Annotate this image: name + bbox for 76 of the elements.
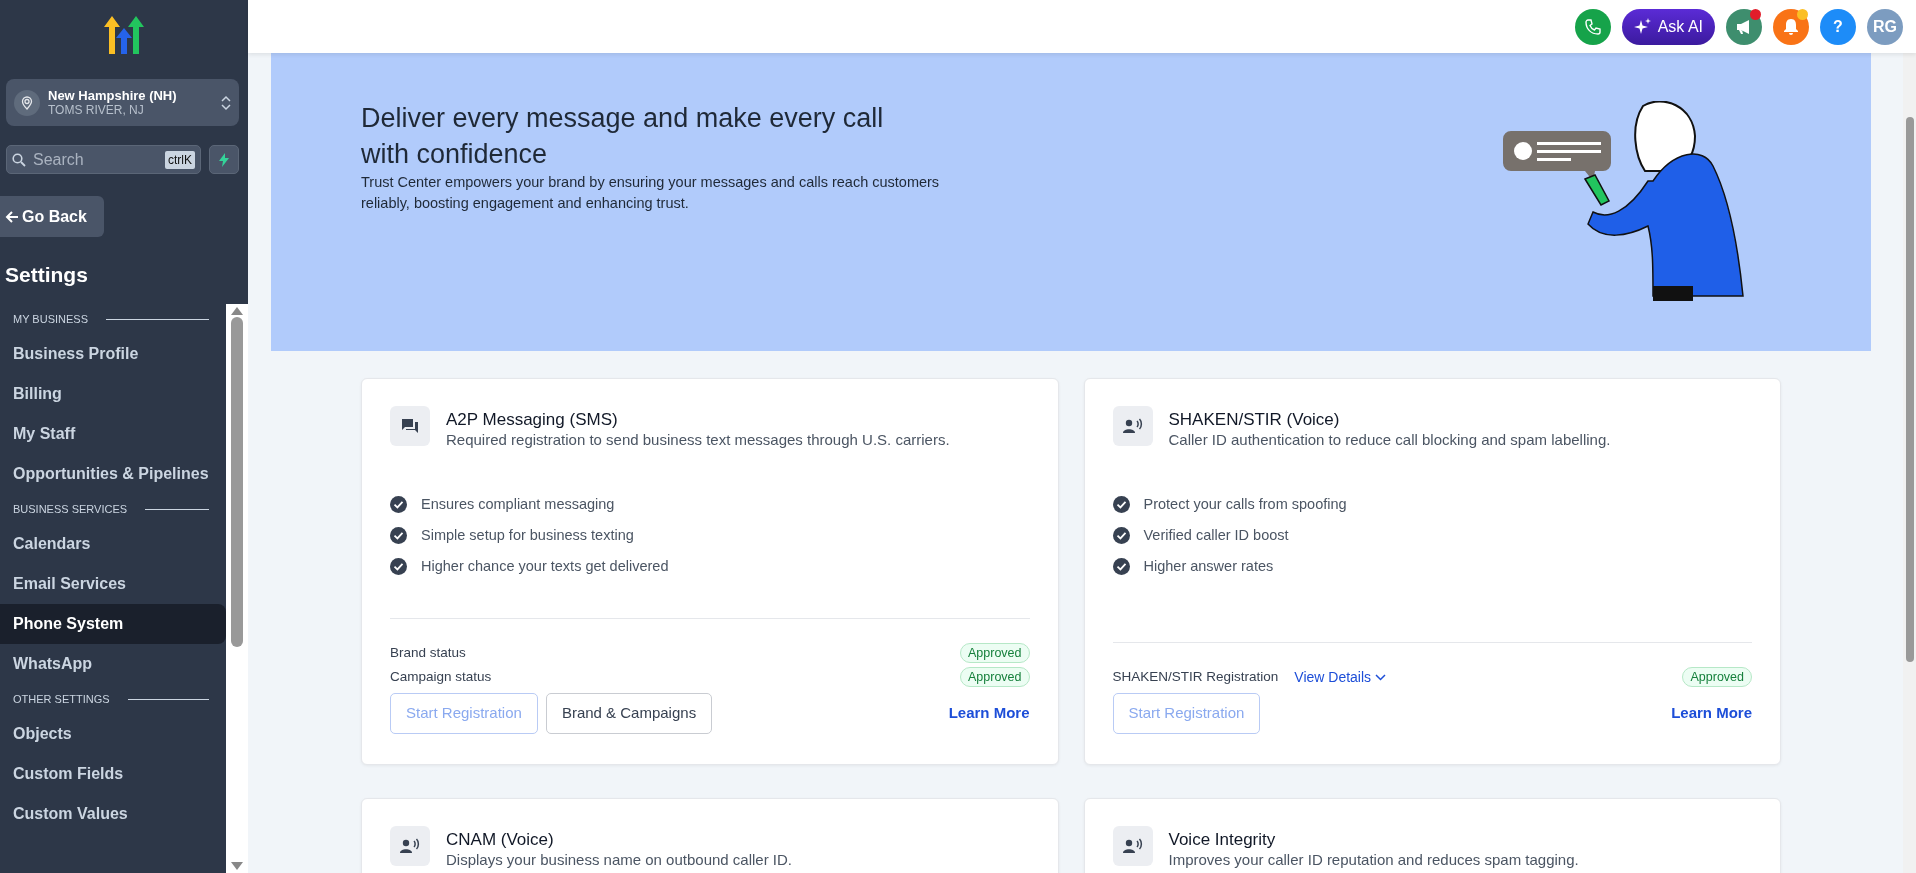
speaking-person-icon [400, 838, 420, 854]
card-description: Improves your caller ID reputation and reduces spam tagging. [1168, 849, 1579, 870]
speaking-person-icon [1122, 418, 1143, 434]
banner-text: Trust Center empowers your brand by ensuring your messages and calls reach customers reliably, boosting engagement and enhancing trust. [361, 173, 941, 214]
section-heading: MY BUSINESS [13, 312, 88, 328]
section-heading: BUSINESS SERVICES [13, 502, 128, 518]
keyboard-shortcut: ctrlK [165, 150, 195, 169]
search-field[interactable]: Search [31, 146, 141, 173]
chat-icon [401, 418, 419, 434]
card-description: Caller ID authentication to reduce call blocking and spam labelling. [1168, 429, 1611, 450]
bell-icon [1783, 17, 1799, 36]
lightning-icon [219, 152, 229, 167]
status-label: SHAKEN/STIR Registration [1112, 667, 1279, 686]
check-circle-icon [1112, 558, 1130, 576]
approved-badge: Approved [960, 643, 1030, 663]
check-circle-icon [390, 527, 407, 545]
nav-item[interactable]: Custom Values [0, 793, 226, 834]
nav-item[interactable]: Billing [0, 373, 226, 414]
feature-text: Protect your calls from spoofing [1143, 494, 1347, 514]
check-circle-icon [390, 496, 407, 514]
location-address: TOMS RIVER, NJ [48, 103, 145, 118]
scrollbar-thumb[interactable] [231, 316, 243, 647]
card-description: Required registration to send business text messages through U.S. carriers. [446, 429, 950, 450]
nav-item[interactable]: My Staff [0, 413, 226, 454]
approved-badge: Approved [1682, 667, 1752, 687]
nav-item[interactable]: Objects [0, 713, 226, 754]
check-circle-icon [1112, 527, 1130, 545]
feature-text: Higher answer rates [1143, 556, 1274, 576]
nav-item[interactable]: WhatsApp [0, 643, 226, 684]
feature-text: Verified caller ID boost [1143, 525, 1289, 545]
approved-badge: Approved [960, 667, 1030, 687]
status-label: Campaign status [390, 667, 492, 686]
scroll-down-icon[interactable] [231, 862, 243, 870]
learn-more-link[interactable]: Learn More [948, 702, 1030, 725]
location-pin-icon [20, 95, 34, 110]
search-icon [12, 152, 26, 167]
scrollbar-thumb[interactable] [1905, 117, 1914, 662]
card-title: SHAKEN/STIR (Voice) [1168, 410, 1341, 430]
chevron-updown-icon [221, 94, 231, 111]
location-name: New Hampshire (NH) [48, 87, 178, 104]
view-details-link[interactable]: View Details [1294, 666, 1386, 688]
arrow-left-icon [5, 209, 19, 224]
card-title: Voice Integrity [1168, 830, 1277, 850]
nav-item[interactable]: Business Profile [0, 333, 226, 374]
registration-button: Start Registration [390, 693, 538, 734]
search-bar[interactable]: Search ctrlK [6, 145, 201, 174]
card-title: A2P Messaging (SMS) [446, 410, 619, 430]
nav-item[interactable]: Phone System [0, 603, 226, 644]
check-circle-icon [390, 558, 407, 576]
settings-title: Settings [5, 262, 89, 288]
card-description: Displays your business name on outbound caller ID. [446, 849, 793, 870]
banner-title: Deliver every message and make every call with confidence [361, 102, 885, 171]
announcements-button[interactable] [1726, 8, 1762, 45]
location-switcher[interactable]: New Hampshire (NH) TOMS RIVER, NJ [6, 79, 239, 126]
check-circle-icon [1112, 496, 1130, 514]
nav-item[interactable]: Opportunities & Pipelines [0, 453, 226, 494]
feature-text: Ensures compliant messaging [421, 494, 615, 514]
feature-text: Simple setup for business texting [421, 525, 634, 545]
card-title: CNAM (Voice) [446, 830, 555, 850]
nav-item[interactable]: Calendars [0, 523, 226, 564]
notifications-button[interactable] [1773, 8, 1809, 45]
nav-item[interactable]: Custom Fields [0, 753, 226, 794]
nav-item[interactable]: Email Services [0, 563, 226, 604]
status-label: Brand status [390, 643, 466, 662]
registration-button: Start Registration [1112, 693, 1261, 734]
learn-more-link[interactable]: Learn More [1671, 702, 1752, 725]
ask-ai-button[interactable]: Ask AI [1621, 8, 1715, 45]
chevron-down-icon [1375, 674, 1386, 682]
feature-text: Higher chance your texts get delivered [421, 556, 669, 576]
speaking-person-icon [1122, 838, 1143, 854]
phone-button[interactable] [1574, 8, 1611, 45]
registration-button[interactable]: Brand & Campaigns [545, 693, 713, 734]
lightning-button[interactable] [209, 145, 239, 174]
section-heading: OTHER SETTINGS [13, 692, 110, 708]
phone-icon [1584, 18, 1601, 35]
go-back-button[interactable]: Go Back [0, 196, 104, 237]
